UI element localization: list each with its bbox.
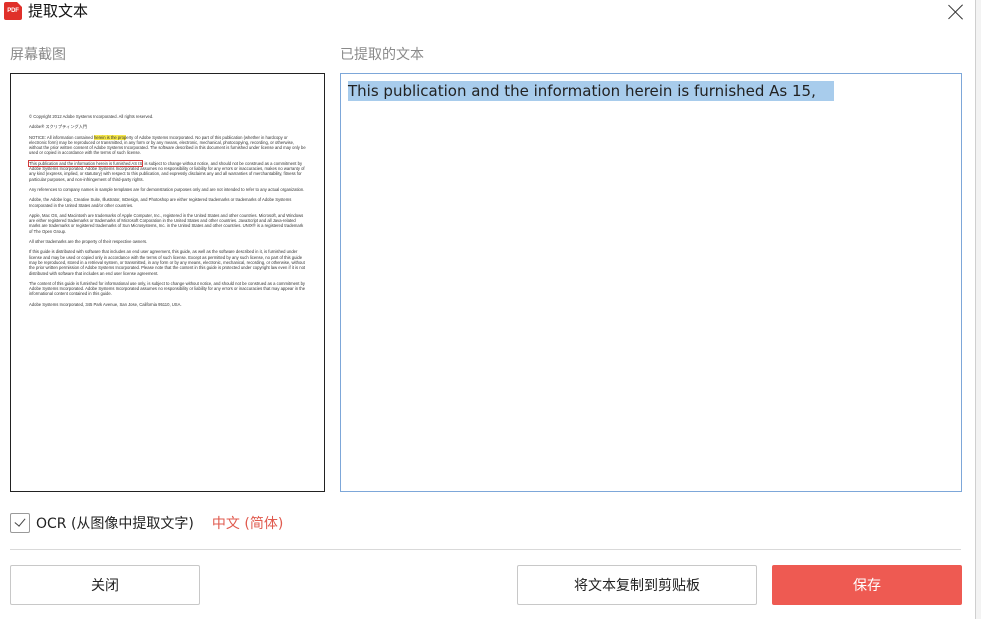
background-window-edge: [975, 0, 981, 619]
ocr-language-link[interactable]: 中文 (简体): [212, 513, 283, 533]
page-paragraph: Any references to company names in sampl…: [29, 186, 305, 192]
save-button[interactable]: 保存: [772, 565, 962, 605]
document-page-thumbnail: © Copyright 2012 Adobe Systems Incorpora…: [27, 114, 306, 312]
copyright-line: © Copyright 2012 Adobe Systems Incorpora…: [29, 114, 154, 119]
ocr-option-row: OCR (从图像中提取文字) 中文 (简体): [10, 512, 283, 534]
screenshot-preview: © Copyright 2012 Adobe Systems Incorpora…: [10, 73, 325, 492]
page-paragraph: If this guide is distributed with softwa…: [29, 249, 306, 276]
page-paragraph: Apple, Mac OS, and Macintosh are tradema…: [29, 212, 304, 234]
page-paragraph: The content of this guide is furnished f…: [29, 280, 306, 297]
extract-text-dialog: PDF 提取文本 屏幕截图 已提取的文本 © Copyright 2012 Ad…: [0, 0, 975, 619]
divider: [10, 549, 961, 550]
extracted-text-section-label: 已提取的文本: [340, 47, 424, 63]
copy-to-clipboard-button[interactable]: 将文本复制到剪贴板: [517, 565, 757, 605]
extracted-text[interactable]: This publication and the information her…: [348, 81, 834, 101]
close-icon[interactable]: [946, 2, 966, 22]
extracted-text-area[interactable]: This publication and the information her…: [340, 73, 962, 492]
document-heading: Adobe® スクリプティング入門: [29, 124, 87, 130]
title-bar: PDF 提取文本: [0, 0, 975, 24]
page-paragraph: Adobe Systems Incorporated, 345 Park Ave…: [29, 301, 182, 307]
ocr-label: OCR (从图像中提取文字): [36, 516, 194, 532]
screenshot-section-label: 屏幕截图: [10, 47, 66, 63]
page-paragraph: All other trademarks are the property of…: [29, 239, 148, 245]
selected-paragraph: This publication and the information her…: [27, 159, 305, 182]
pdf-app-icon: PDF: [4, 2, 22, 20]
notice-paragraph: NOTICE: All information contained herein…: [29, 134, 306, 156]
page-paragraph: Adobe, the Adobe logo, Creative Suite, I…: [29, 197, 292, 208]
dialog-title: 提取文本: [28, 2, 89, 20]
ocr-checkbox[interactable]: [10, 513, 30, 533]
close-button[interactable]: 关闭: [10, 565, 200, 605]
